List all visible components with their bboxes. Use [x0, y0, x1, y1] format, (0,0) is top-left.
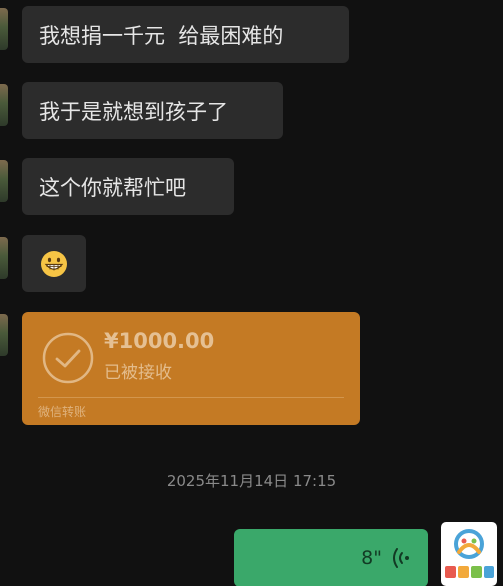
- message-bubble[interactable]: 我想捐一千元 给最困难的: [22, 6, 349, 63]
- sender-avatar[interactable]: [0, 160, 8, 202]
- voice-wave-icon: [393, 548, 409, 568]
- sender-avatar[interactable]: [0, 84, 8, 126]
- logo-icon: [445, 529, 494, 578]
- message-bubble[interactable]: 这个你就帮忙吧: [22, 158, 234, 215]
- sender-avatar[interactable]: [0, 314, 8, 356]
- sender-avatar[interactable]: [0, 8, 8, 50]
- divider: [38, 397, 344, 398]
- grinning-face-icon: [41, 250, 67, 277]
- transfer-card[interactable]: ¥1000.00 已被接收 微信转账: [22, 312, 360, 425]
- self-avatar[interactable]: [441, 522, 497, 586]
- message-bubble[interactable]: 我于是就想到孩子了: [22, 82, 283, 139]
- transfer-status: 已被接收: [104, 363, 172, 383]
- message-timestamp: 2025年11月14日 17:15: [166, 472, 337, 490]
- message-text: 我想捐一千元 给最困难的: [39, 23, 284, 48]
- chat-window: 我想捐一千元 给最困难的 我于是就想到孩子了 这个你就帮忙吧 ¥1000.00 …: [0, 0, 503, 586]
- check-circle-icon: [42, 332, 94, 384]
- message-text: 这个你就帮忙吧: [39, 175, 186, 200]
- voice-duration: 8": [361, 547, 382, 569]
- voice-message-bubble[interactable]: 8": [234, 529, 428, 586]
- transfer-amount: ¥1000.00: [104, 329, 215, 353]
- transfer-footer-label: 微信转账: [38, 405, 87, 419]
- sender-avatar[interactable]: [0, 237, 8, 279]
- emoji-message-bubble[interactable]: [22, 235, 86, 292]
- message-text: 我于是就想到孩子了: [39, 99, 228, 124]
